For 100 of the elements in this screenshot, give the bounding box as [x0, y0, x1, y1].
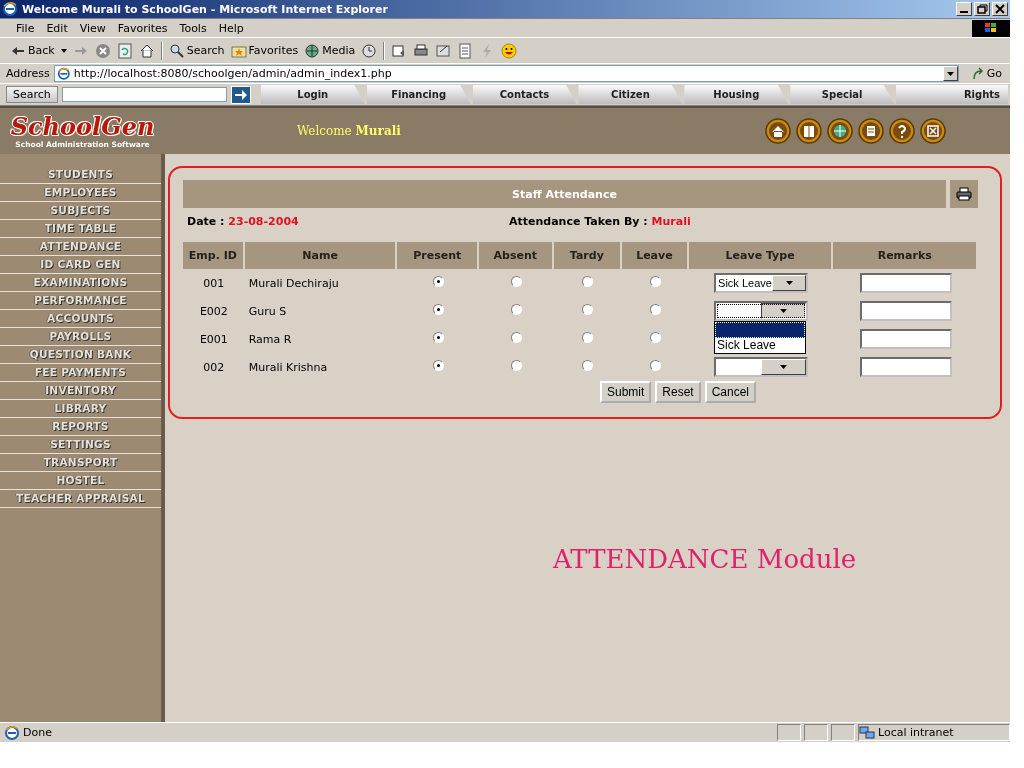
- address-field[interactable]: http://localhost:8080/schoolgen/admin/admin_index1.php: [53, 65, 959, 82]
- nav-tab[interactable]: Login: [260, 85, 365, 104]
- caret-icon: [946, 71, 954, 76]
- radio-button[interactable]: [582, 332, 594, 343]
- nav-tab[interactable]: Rights: [896, 85, 1009, 104]
- column-header: Emp. ID: [183, 242, 245, 269]
- radio-button[interactable]: [510, 304, 522, 315]
- printer-icon: [956, 187, 972, 201]
- home-icon[interactable]: [138, 42, 155, 59]
- favorites-button[interactable]: Favorites: [230, 42, 299, 59]
- form-button[interactable]: Cancel: [704, 381, 757, 403]
- emp-id-cell-text: 001: [202, 275, 226, 292]
- search-button[interactable]: Search: [168, 42, 225, 59]
- nav-tab[interactable]: Citizen: [578, 85, 683, 104]
- leave-type-select[interactable]: Sick Leave: [714, 273, 809, 293]
- radio-button[interactable]: [582, 276, 594, 287]
- zone-text: Local intranet: [878, 726, 954, 739]
- home-icon[interactable]: [765, 118, 791, 144]
- document-icon[interactable]: [858, 118, 884, 144]
- menu-item[interactable]: Tools: [173, 21, 213, 35]
- browser-icon: [4, 724, 20, 741]
- restore-icon: [975, 3, 989, 15]
- nav-tab[interactable]: Financing: [366, 85, 471, 104]
- book-icon[interactable]: [796, 118, 822, 144]
- radio-button[interactable]: [649, 332, 661, 343]
- print-button[interactable]: [950, 180, 978, 208]
- remarks-field[interactable]: [859, 357, 952, 377]
- remarks-field[interactable]: [859, 301, 952, 321]
- go-button[interactable]: Go: [962, 66, 1010, 81]
- arrow-icon: [233, 88, 248, 101]
- print-icon[interactable]: [413, 42, 430, 59]
- radio-button[interactable]: [582, 360, 594, 371]
- emp-id-cell-text: 002: [202, 359, 226, 376]
- status-panel: [831, 724, 855, 741]
- caret-icon: [780, 365, 788, 369]
- form-button[interactable]: Submit: [599, 381, 652, 403]
- globe-icon: [304, 42, 321, 59]
- name-cell-text: Murali Dechiraju: [247, 275, 340, 292]
- close-icon[interactable]: [920, 118, 946, 144]
- column-header: Remarks: [833, 242, 978, 269]
- emp-id-cell-text: E002: [198, 303, 229, 320]
- panel-title: Staff Attendance: [183, 180, 946, 208]
- column-header: Leave: [622, 242, 689, 269]
- radio-button[interactable]: [649, 276, 661, 287]
- menu-item[interactable]: Edit: [40, 21, 74, 35]
- leave-type-select[interactable]: [714, 357, 809, 377]
- nav-tab[interactable]: Special: [790, 85, 895, 104]
- dropdown-button[interactable]: [942, 66, 958, 81]
- minimize-button[interactable]: [956, 2, 972, 16]
- restore-button[interactable]: [974, 2, 990, 16]
- minimize-icon: [960, 11, 968, 13]
- history-icon[interactable]: [361, 42, 378, 59]
- nav-tab[interactable]: Contacts: [472, 85, 577, 104]
- smiley-icon[interactable]: [501, 42, 518, 59]
- column-header: Tardy: [553, 242, 622, 269]
- menu-item[interactable]: Help: [212, 21, 250, 35]
- taken-by-text: Attendance Taken By : Murali: [509, 214, 691, 228]
- radio-button[interactable]: [432, 276, 444, 287]
- help-icon[interactable]: [889, 118, 915, 144]
- menu-item[interactable]: View: [73, 21, 112, 35]
- column-header: Name: [244, 242, 398, 269]
- radio-button[interactable]: [510, 360, 522, 371]
- name-cell-text: Murali Krishna: [247, 359, 329, 376]
- radio-button[interactable]: [432, 360, 444, 371]
- go-button[interactable]: [230, 85, 251, 104]
- refresh-icon[interactable]: [116, 42, 133, 59]
- column-header: Leave Type: [688, 242, 834, 269]
- search-icon: [168, 42, 185, 59]
- status-panel: [804, 724, 828, 741]
- remarks-field[interactable]: [859, 329, 952, 349]
- radio-button[interactable]: [432, 304, 444, 315]
- search-label: Search: [6, 86, 58, 103]
- leave-type-select[interactable]: [714, 301, 809, 321]
- radio-button[interactable]: [582, 304, 594, 315]
- edit-icon[interactable]: [435, 42, 452, 59]
- close-button[interactable]: [992, 2, 1008, 16]
- stop-icon[interactable]: [94, 42, 111, 59]
- welcome-text: Welcome Murali: [297, 124, 402, 138]
- radio-button[interactable]: [649, 304, 661, 315]
- radio-button[interactable]: [510, 332, 522, 343]
- close-icon: [993, 3, 1007, 15]
- network-icon: [859, 725, 875, 740]
- radio-button[interactable]: [649, 360, 661, 371]
- dropdown-option[interactable]: Sick Leave: [715, 338, 806, 353]
- nav-tab[interactable]: Housing: [684, 85, 789, 104]
- form-button[interactable]: Reset: [655, 381, 701, 403]
- media-button[interactable]: Media: [304, 42, 356, 59]
- windows-logo-icon: [972, 19, 1010, 37]
- radio-button[interactable]: [432, 332, 444, 343]
- globe-icon[interactable]: [827, 118, 853, 144]
- back-button[interactable]: Back: [10, 42, 55, 59]
- menu-item[interactable]: File: [10, 21, 41, 35]
- search-field[interactable]: [61, 87, 227, 102]
- dropdown-caret-icon[interactable]: [60, 48, 67, 53]
- menu-item[interactable]: Favorites: [111, 21, 174, 35]
- logo-text: SchoolGen: [10, 113, 155, 140]
- date-text: Date : 23-08-2004: [187, 214, 300, 228]
- column-header: Absent: [478, 242, 554, 269]
- radio-button[interactable]: [510, 276, 522, 287]
- remarks-field[interactable]: [859, 273, 952, 293]
